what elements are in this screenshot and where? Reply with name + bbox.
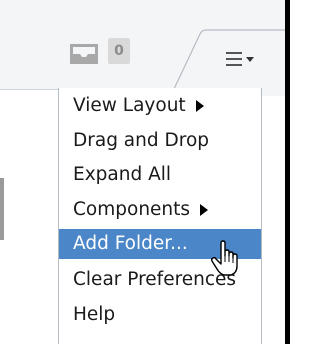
menu-item-label: View Layout bbox=[73, 95, 186, 116]
hand-pointer-icon bbox=[210, 240, 238, 276]
menu-toggle-button[interactable] bbox=[220, 46, 264, 74]
window-right-border bbox=[285, 0, 290, 344]
menu-item-label: Add Folder... bbox=[73, 233, 188, 254]
menu-item-label: Components bbox=[73, 199, 191, 220]
left-panel-edge bbox=[0, 178, 4, 240]
menu-item-label: Drag and Drop bbox=[73, 130, 210, 151]
menu-item-view-layout[interactable]: View Layout bbox=[59, 91, 261, 121]
chevron-down-icon bbox=[246, 57, 254, 62]
dropdown-menu: View Layout Drag and Drop Expand All Com… bbox=[58, 88, 262, 344]
inbox-icon[interactable] bbox=[66, 38, 102, 68]
notification-count-badge: 0 bbox=[108, 38, 130, 64]
menu-item-drag-and-drop[interactable]: Drag and Drop bbox=[59, 126, 261, 156]
menu-item-expand-all[interactable]: Expand All bbox=[59, 160, 261, 190]
submenu-arrow-icon bbox=[200, 204, 209, 216]
submenu-arrow-icon bbox=[195, 100, 204, 112]
menu-item-help[interactable]: Help bbox=[59, 300, 261, 330]
app-frame: 0 View Layout Drag and Drop Expand All C… bbox=[0, 0, 290, 344]
hamburger-menu-icon bbox=[226, 52, 254, 66]
menu-item-label: Help bbox=[73, 304, 116, 325]
menu-item-components[interactable]: Components bbox=[59, 195, 261, 225]
menu-item-label: Expand All bbox=[73, 164, 172, 185]
